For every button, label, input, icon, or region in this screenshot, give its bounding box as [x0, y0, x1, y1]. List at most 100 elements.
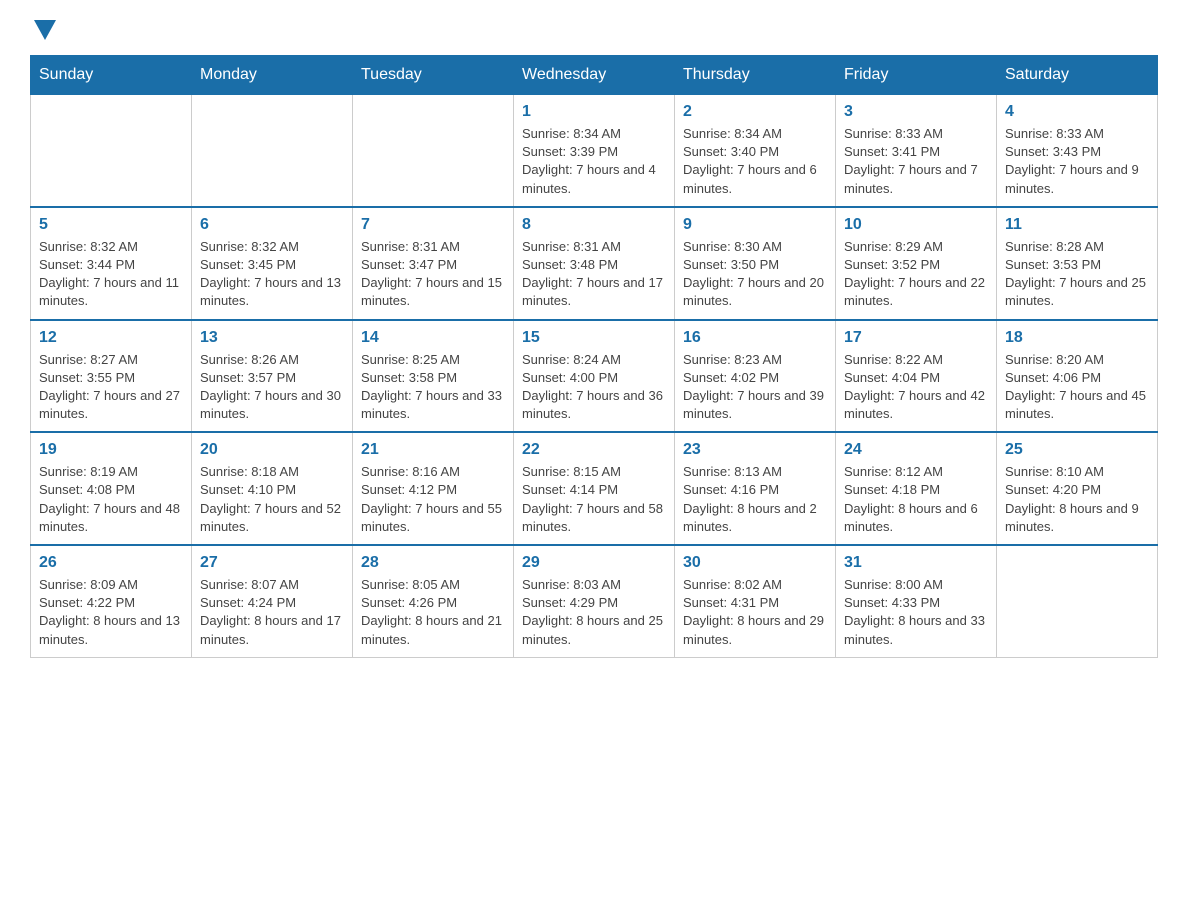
day-number: 14 [361, 329, 505, 347]
day-cell: 21Sunrise: 8:16 AM Sunset: 4:12 PM Dayli… [353, 432, 514, 545]
week-row-4: 19Sunrise: 8:19 AM Sunset: 4:08 PM Dayli… [31, 432, 1158, 545]
day-cell: 26 Sunrise: 8:09 AM Sunset: 4:22 PM Dayli… [31, 545, 192, 657]
day-number: 13 [200, 329, 344, 347]
day-cell [31, 95, 192, 207]
day-info: Sunrise: 8:32 AM Sunset: 3:45 PM Dayligh… [200, 238, 344, 311]
day-info: Sunrise: 8:29 AM Sunset: 3:52 PM Dayligh… [844, 238, 988, 311]
day-info: Sunrise: 8:26 AM Sunset: 3:57 PM Dayligh… [200, 351, 344, 424]
day-info: Sunrise: 8:09 AM Sunset: 4:22 PM Dayligh… [39, 576, 183, 649]
day-cell: 24 Sunrise: 8:12 AM Sunset: 4:18 PM Dayli… [836, 432, 997, 545]
day-cell: 9 Sunrise: 8:30 AM Sunset: 3:50 PM Daylig… [675, 207, 836, 320]
page-header [30, 20, 1158, 45]
day-info: Sunrise: 8:07 AM Sunset: 4:24 PM Dayligh… [200, 576, 344, 649]
day-info: Sunrise: 8:28 AM Sunset: 3:53 PM Dayligh… [1005, 238, 1149, 311]
week-row-1: 1 Sunrise: 8:34 AM Sunset: 3:39 PM Daylig… [31, 95, 1158, 207]
calendar-table: SundayMondayTuesdayWednesdayThursdayFrid… [30, 55, 1158, 658]
week-row-3: 12Sunrise: 8:27 AM Sunset: 3:55 PM Dayli… [31, 320, 1158, 433]
day-cell: 20 Sunrise: 8:18 AM Sunset: 4:10 PM Dayli… [192, 432, 353, 545]
day-info: Sunrise: 8:03 AM Sunset: 4:29 PM Dayligh… [522, 576, 666, 649]
day-number: 17 [844, 329, 988, 347]
day-number: 8 [522, 216, 666, 234]
day-cell: 29Sunrise: 8:03 AM Sunset: 4:29 PM Dayli… [514, 545, 675, 657]
day-number: 25 [1005, 441, 1149, 459]
column-header-tuesday: Tuesday [353, 56, 514, 95]
day-cell: 25 Sunrise: 8:10 AM Sunset: 4:20 PM Dayli… [997, 432, 1158, 545]
day-cell: 13 Sunrise: 8:26 AM Sunset: 3:57 PM Dayli… [192, 320, 353, 433]
day-number: 27 [200, 554, 344, 572]
day-cell: 4 Sunrise: 8:33 AM Sunset: 3:43 PM Daylig… [997, 95, 1158, 207]
day-number: 28 [361, 554, 505, 572]
day-info: Sunrise: 8:31 AM Sunset: 3:47 PM Dayligh… [361, 238, 505, 311]
week-row-2: 5 Sunrise: 8:32 AM Sunset: 3:44 PM Daylig… [31, 207, 1158, 320]
day-number: 24 [844, 441, 988, 459]
day-number: 15 [522, 329, 666, 347]
day-number: 31 [844, 554, 988, 572]
day-number: 19 [39, 441, 183, 459]
day-number: 10 [844, 216, 988, 234]
column-header-wednesday: Wednesday [514, 56, 675, 95]
day-cell: 18Sunrise: 8:20 AM Sunset: 4:06 PM Dayli… [997, 320, 1158, 433]
day-info: Sunrise: 8:13 AM Sunset: 4:16 PM Dayligh… [683, 463, 827, 536]
day-info: Sunrise: 8:25 AM Sunset: 3:58 PM Dayligh… [361, 351, 505, 424]
day-number: 9 [683, 216, 827, 234]
day-info: Sunrise: 8:22 AM Sunset: 4:04 PM Dayligh… [844, 351, 988, 424]
day-number: 30 [683, 554, 827, 572]
day-info: Sunrise: 8:30 AM Sunset: 3:50 PM Dayligh… [683, 238, 827, 311]
day-cell: 16 Sunrise: 8:23 AM Sunset: 4:02 PM Dayli… [675, 320, 836, 433]
column-header-monday: Monday [192, 56, 353, 95]
day-info: Sunrise: 8:05 AM Sunset: 4:26 PM Dayligh… [361, 576, 505, 649]
day-info: Sunrise: 8:24 AM Sunset: 4:00 PM Dayligh… [522, 351, 666, 424]
day-cell: 12Sunrise: 8:27 AM Sunset: 3:55 PM Dayli… [31, 320, 192, 433]
day-number: 22 [522, 441, 666, 459]
day-cell: 5 Sunrise: 8:32 AM Sunset: 3:44 PM Daylig… [31, 207, 192, 320]
day-info: Sunrise: 8:18 AM Sunset: 4:10 PM Dayligh… [200, 463, 344, 536]
day-number: 2 [683, 103, 827, 121]
day-info: Sunrise: 8:20 AM Sunset: 4:06 PM Dayligh… [1005, 351, 1149, 424]
day-number: 7 [361, 216, 505, 234]
day-cell: 15 Sunrise: 8:24 AM Sunset: 4:00 PM Dayli… [514, 320, 675, 433]
day-info: Sunrise: 8:23 AM Sunset: 4:02 PM Dayligh… [683, 351, 827, 424]
day-info: Sunrise: 8:34 AM Sunset: 3:39 PM Dayligh… [522, 125, 666, 198]
day-cell: 28 Sunrise: 8:05 AM Sunset: 4:26 PM Dayli… [353, 545, 514, 657]
day-number: 1 [522, 103, 666, 121]
day-info: Sunrise: 8:34 AM Sunset: 3:40 PM Dayligh… [683, 125, 827, 198]
day-cell: 1 Sunrise: 8:34 AM Sunset: 3:39 PM Daylig… [514, 95, 675, 207]
day-info: Sunrise: 8:16 AM Sunset: 4:12 PM Dayligh… [361, 463, 505, 536]
day-info: Sunrise: 8:12 AM Sunset: 4:18 PM Dayligh… [844, 463, 988, 536]
logo-triangle-icon [34, 20, 56, 40]
day-cell: 17 Sunrise: 8:22 AM Sunset: 4:04 PM Dayli… [836, 320, 997, 433]
week-row-5: 26 Sunrise: 8:09 AM Sunset: 4:22 PM Dayli… [31, 545, 1158, 657]
column-header-saturday: Saturday [997, 56, 1158, 95]
day-cell [997, 545, 1158, 657]
day-cell: 19Sunrise: 8:19 AM Sunset: 4:08 PM Dayli… [31, 432, 192, 545]
day-cell: 6Sunrise: 8:32 AM Sunset: 3:45 PM Daylig… [192, 207, 353, 320]
day-cell: 30Sunrise: 8:02 AM Sunset: 4:31 PM Dayli… [675, 545, 836, 657]
day-cell: 7 Sunrise: 8:31 AM Sunset: 3:47 PM Daylig… [353, 207, 514, 320]
day-number: 23 [683, 441, 827, 459]
day-number: 4 [1005, 103, 1149, 121]
logo [30, 20, 56, 45]
day-info: Sunrise: 8:31 AM Sunset: 3:48 PM Dayligh… [522, 238, 666, 311]
day-cell: 27 Sunrise: 8:07 AM Sunset: 4:24 PM Dayli… [192, 545, 353, 657]
day-cell: 11 Sunrise: 8:28 AM Sunset: 3:53 PM Dayli… [997, 207, 1158, 320]
day-cell: 31 Sunrise: 8:00 AM Sunset: 4:33 PM Dayli… [836, 545, 997, 657]
day-info: Sunrise: 8:10 AM Sunset: 4:20 PM Dayligh… [1005, 463, 1149, 536]
day-number: 5 [39, 216, 183, 234]
day-cell: 2 Sunrise: 8:34 AM Sunset: 3:40 PM Daylig… [675, 95, 836, 207]
column-header-sunday: Sunday [31, 56, 192, 95]
day-number: 11 [1005, 216, 1149, 234]
day-cell [353, 95, 514, 207]
day-info: Sunrise: 8:15 AM Sunset: 4:14 PM Dayligh… [522, 463, 666, 536]
column-header-friday: Friday [836, 56, 997, 95]
day-number: 26 [39, 554, 183, 572]
day-number: 3 [844, 103, 988, 121]
column-header-thursday: Thursday [675, 56, 836, 95]
day-number: 20 [200, 441, 344, 459]
day-info: Sunrise: 8:32 AM Sunset: 3:44 PM Dayligh… [39, 238, 183, 311]
day-info: Sunrise: 8:33 AM Sunset: 3:43 PM Dayligh… [1005, 125, 1149, 198]
day-info: Sunrise: 8:33 AM Sunset: 3:41 PM Dayligh… [844, 125, 988, 198]
day-cell: 3 Sunrise: 8:33 AM Sunset: 3:41 PM Daylig… [836, 95, 997, 207]
day-info: Sunrise: 8:00 AM Sunset: 4:33 PM Dayligh… [844, 576, 988, 649]
day-number: 16 [683, 329, 827, 347]
day-cell: 10 Sunrise: 8:29 AM Sunset: 3:52 PM Dayli… [836, 207, 997, 320]
